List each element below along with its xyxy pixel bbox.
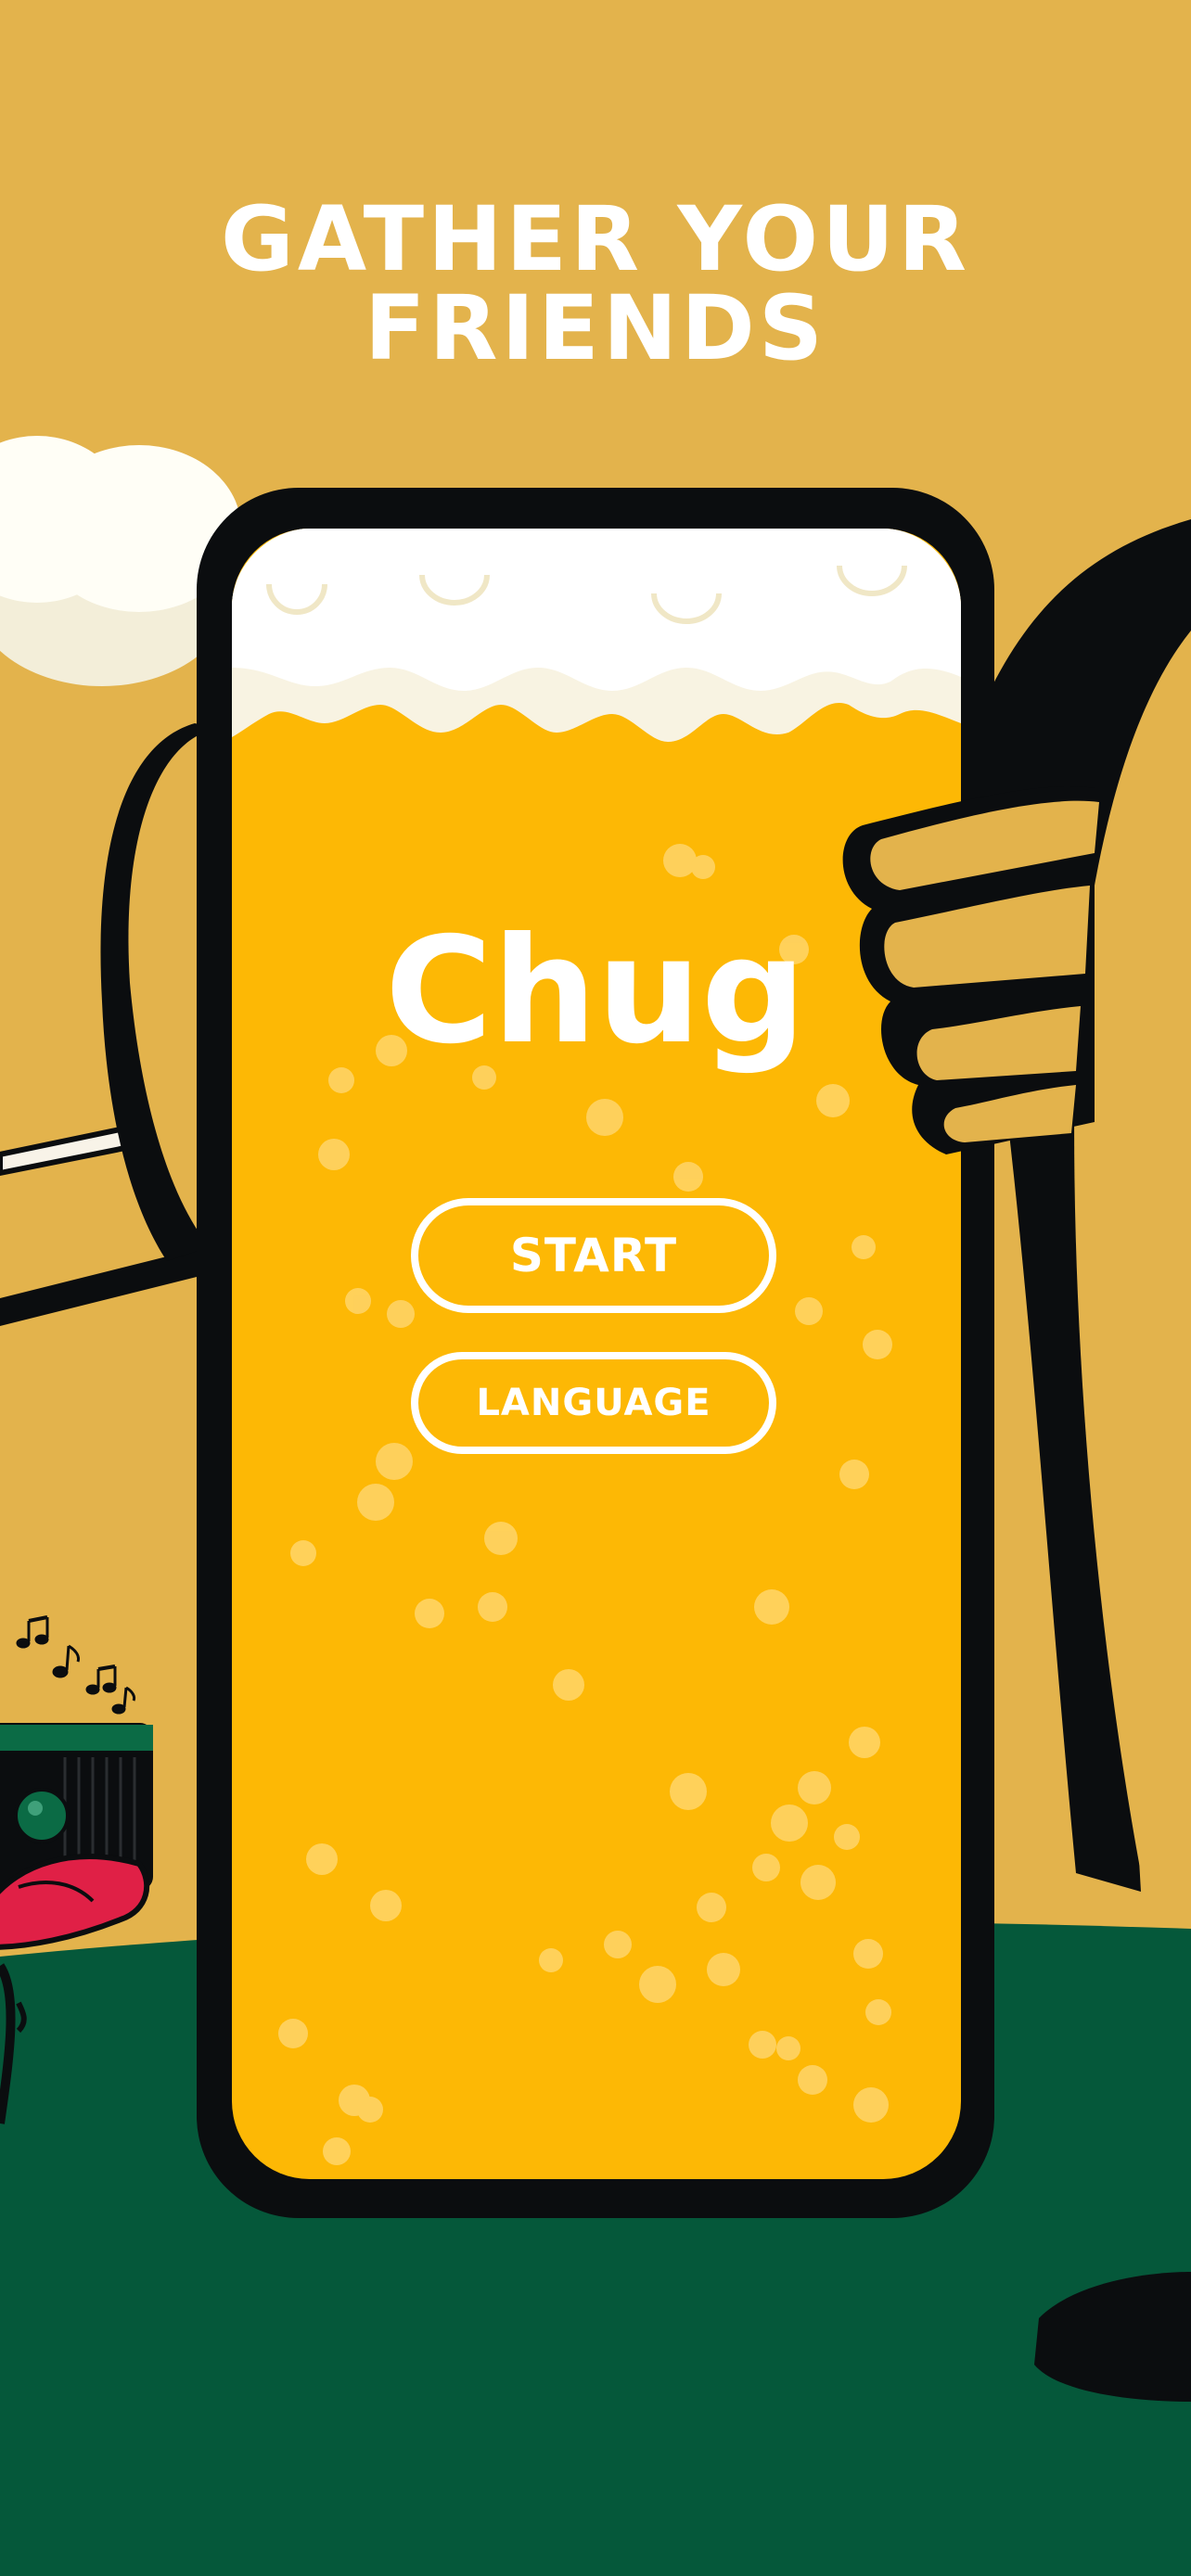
app-title: Chug — [384, 906, 807, 1077]
language-button[interactable]: LANGUAGE — [411, 1352, 776, 1454]
start-button[interactable]: START — [411, 1198, 776, 1313]
screen: GATHER YOUR FRIENDS Chug START LANGUAGE — [0, 0, 1191, 2576]
foam-top — [232, 529, 961, 691]
headline: GATHER YOUR FRIENDS — [221, 187, 970, 380]
